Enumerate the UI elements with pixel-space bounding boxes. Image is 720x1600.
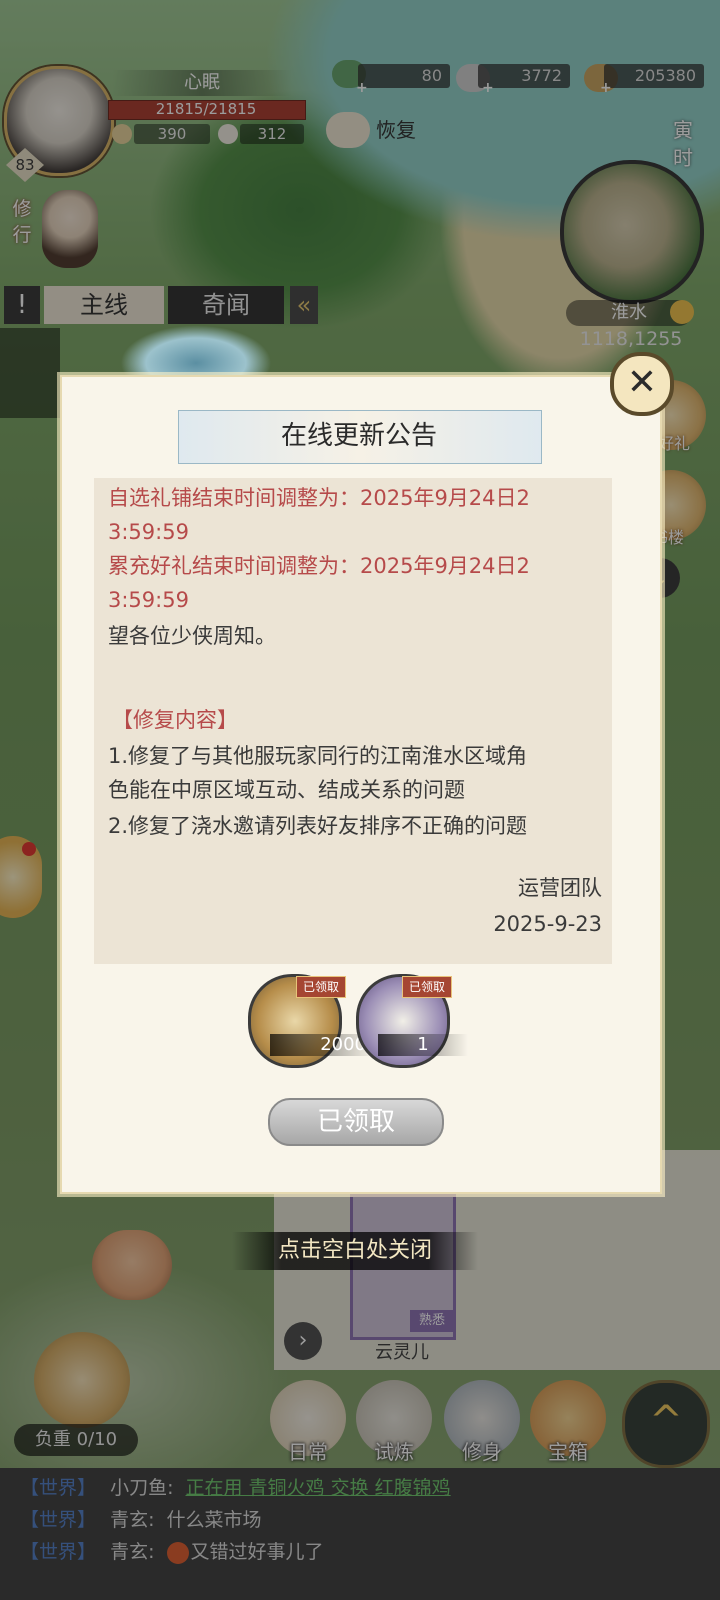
notice-line: 2.修复了浇水邀请列表好友排序不正确的问题 — [108, 814, 528, 838]
notice-line: 3:59:59 — [108, 588, 189, 612]
notice-line: 3:59:59 — [108, 520, 189, 544]
notice-signature: 运营团队 — [518, 876, 602, 900]
close-button[interactable]: ✕ — [610, 352, 674, 416]
notice-line: 自选礼铺结束时间调整为：2025年9月24日2 — [108, 486, 530, 510]
notice-line: 望各位少侠周知。 — [108, 624, 276, 648]
claim-button[interactable]: 已领取 — [268, 1098, 444, 1146]
reward-claimed-tag: 已领取 — [402, 976, 452, 998]
reward-claimed-tag: 已领取 — [296, 976, 346, 998]
notice-heading: 【修复内容】 — [112, 708, 238, 732]
modal-title: 在线更新公告 — [280, 421, 437, 451]
notice-date: 2025-9-23 — [493, 912, 602, 936]
tap-to-close-hint: 点击空白处关闭 — [232, 1232, 478, 1270]
notice-line: 1.修复了与其他服玩家同行的江南淮水区域角 — [108, 744, 528, 768]
notice-line: 累充好礼结束时间调整为：2025年9月24日2 — [108, 554, 530, 578]
notice-line: 色能在中原区域互动、结成关系的问题 — [108, 778, 465, 802]
reward-count: 1 — [378, 1034, 468, 1056]
